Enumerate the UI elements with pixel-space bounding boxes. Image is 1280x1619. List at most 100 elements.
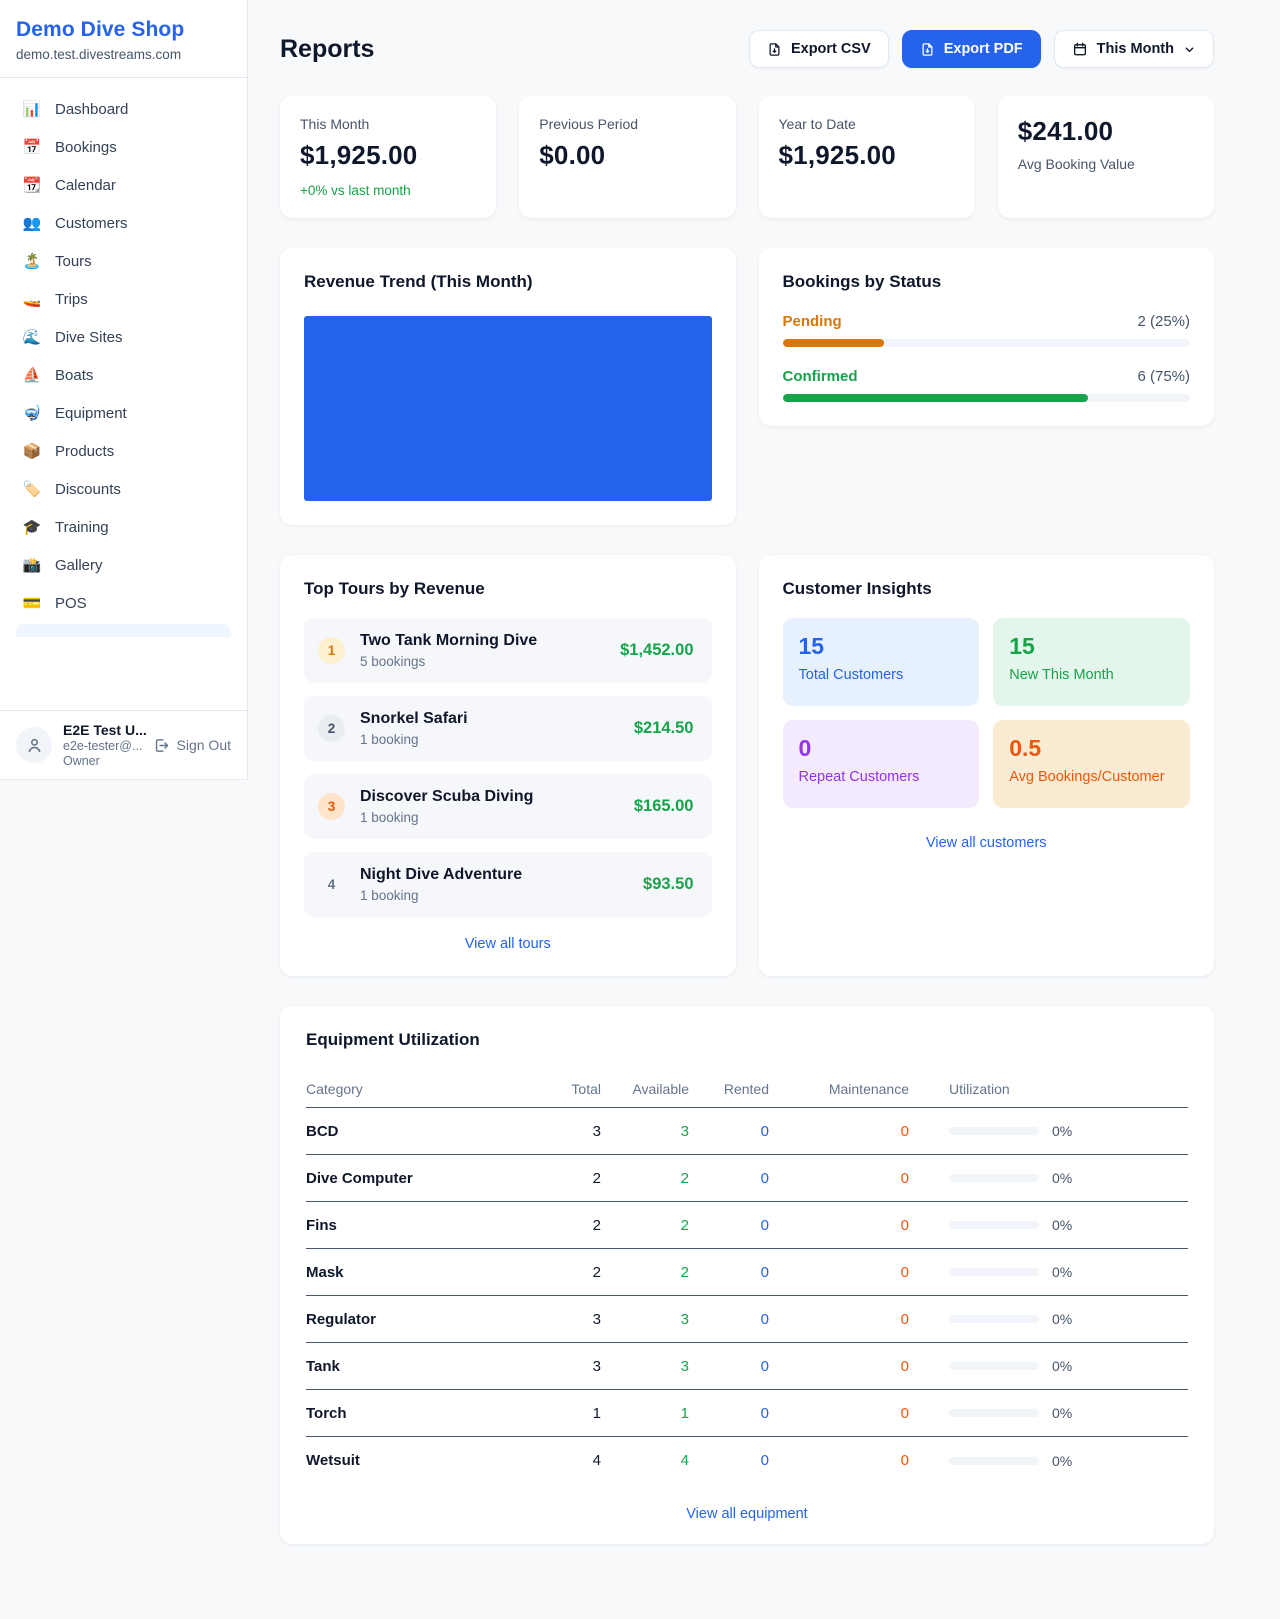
file-download-icon: [920, 42, 935, 57]
table-row: Wetsuit 4 4 0 0 0%: [306, 1437, 1188, 1484]
calendar-icon: 📅: [22, 138, 42, 156]
sidebar-item-calendar[interactable]: 📆 Calendar: [8, 166, 239, 204]
equip-rented: 0: [689, 1123, 769, 1140]
sidebar-item-reports-partial[interactable]: [16, 624, 231, 637]
insight-label: Repeat Customers: [799, 769, 964, 785]
lists-row: Top Tours by Revenue 1 Two Tank Morning …: [280, 555, 1214, 976]
user-icon: [25, 736, 44, 755]
equip-available: 2: [601, 1217, 689, 1234]
sidebar-item-label: Gallery: [55, 557, 103, 574]
sidebar-item-pos[interactable]: 💳 POS: [8, 584, 239, 622]
export-csv-button[interactable]: Export CSV: [749, 30, 889, 68]
table-row: Tank 3 3 0 0 0%: [306, 1343, 1188, 1390]
table-row: Regulator 3 3 0 0 0%: [306, 1296, 1188, 1343]
tour-list-item[interactable]: 1 Two Tank Morning Dive 5 bookings $1,45…: [304, 618, 712, 683]
insight-value: 0: [799, 735, 964, 762]
insight-value: 15: [799, 633, 964, 660]
equip-total: 2: [539, 1170, 601, 1187]
package-icon: 📦: [22, 442, 42, 460]
utilization-bar: [949, 1221, 1039, 1229]
tour-name: Night Dive Adventure: [360, 866, 522, 883]
equip-available: 2: [601, 1170, 689, 1187]
bookings-by-status-card: Bookings by Status Pending 2 (25%) Confi…: [759, 248, 1215, 426]
sidebar-item-equipment[interactable]: 🤿 Equipment: [8, 394, 239, 432]
sign-out-button[interactable]: Sign Out: [153, 737, 231, 754]
sidebar-item-discounts[interactable]: 🏷️ Discounts: [8, 470, 239, 508]
export-pdf-button[interactable]: Export PDF: [902, 30, 1041, 68]
status-label: Pending: [783, 313, 842, 330]
sidebar-item-label: Training: [55, 519, 109, 536]
equip-rented: 0: [689, 1358, 769, 1375]
sidebar-item-customers[interactable]: 👥 Customers: [8, 204, 239, 242]
people-icon: 👥: [22, 214, 42, 232]
equipment-utilization-card: Equipment Utilization Category Total Ava…: [280, 1006, 1214, 1544]
utilization-pct: 0%: [1052, 1123, 1072, 1139]
sidebar-item-products[interactable]: 📦 Products: [8, 432, 239, 470]
utilization-pct: 0%: [1052, 1453, 1072, 1469]
utilization-pct: 0%: [1052, 1405, 1072, 1421]
revenue-trend-chart: [304, 316, 712, 501]
stat-value: $1,925.00: [300, 140, 476, 171]
status-bar-track: [783, 394, 1191, 402]
sidebar-item-bookings[interactable]: 📅 Bookings: [8, 128, 239, 166]
insight-tile-repeat-customers: 0 Repeat Customers: [783, 720, 980, 808]
col-category: Category: [306, 1081, 539, 1097]
equip-category: BCD: [306, 1123, 539, 1140]
sidebar-item-boats[interactable]: ⛵ Boats: [8, 356, 239, 394]
stat-label: Year to Date: [779, 116, 955, 132]
sidebar-item-training[interactable]: 🎓 Training: [8, 508, 239, 546]
equip-total: 3: [539, 1358, 601, 1375]
sidebar-item-trips[interactable]: 🚤 Trips: [8, 280, 239, 318]
avatar: [16, 727, 52, 763]
utilization-bar: [949, 1362, 1039, 1370]
sidebar-item-gallery[interactable]: 📸 Gallery: [8, 546, 239, 584]
page: Demo Dive Shop demo.test.divestreams.com…: [0, 0, 1280, 1619]
brand-domain: demo.test.divestreams.com: [16, 47, 231, 62]
insight-value: 15: [1009, 633, 1174, 660]
sidebar-item-label: Boats: [55, 367, 93, 384]
island-icon: 🏝️: [22, 252, 42, 270]
sidebar-nav: 📊 Dashboard 📅 Bookings 📆 Calendar 👥 Cust…: [0, 78, 247, 710]
tour-name: Two Tank Morning Dive: [360, 632, 537, 649]
sidebar-user-footer: E2E Test U... e2e-tester@... Owner Sign …: [0, 710, 247, 779]
utilization-pct: 0%: [1052, 1264, 1072, 1280]
export-csv-label: Export CSV: [791, 41, 871, 57]
sidebar-item-dive-sites[interactable]: 🌊 Dive Sites: [8, 318, 239, 356]
tour-list-item[interactable]: 3 Discover Scuba Diving 1 booking $165.0…: [304, 774, 712, 839]
main-header: Reports Export CSV Export PDF: [280, 30, 1214, 68]
status-count: 2 (25%): [1137, 313, 1190, 330]
view-all-equipment-link[interactable]: View all equipment: [306, 1506, 1188, 1522]
header-actions: Export CSV Export PDF This Month: [749, 30, 1214, 68]
equip-category: Tank: [306, 1358, 539, 1375]
sidebar-item-label: Calendar: [55, 177, 116, 194]
view-all-tours-link[interactable]: View all tours: [304, 918, 712, 952]
equip-total: 1: [539, 1405, 601, 1422]
insight-label: New This Month: [1009, 667, 1174, 683]
user-email: e2e-tester@...: [63, 739, 142, 753]
status-row-pending: Pending 2 (25%): [783, 313, 1191, 347]
equip-rented: 0: [689, 1217, 769, 1234]
period-dropdown[interactable]: This Month: [1054, 30, 1214, 68]
sidebar-item-label: Discounts: [55, 481, 121, 498]
col-utilization: Utilization: [909, 1081, 1188, 1097]
customer-insights-card: Customer Insights 15 Total Customers 15 …: [759, 555, 1215, 976]
top-tours-title: Top Tours by Revenue: [304, 579, 712, 599]
equip-available: 4: [601, 1452, 689, 1469]
equip-category: Mask: [306, 1264, 539, 1281]
stat-value: $241.00: [1018, 116, 1194, 147]
tour-bookings: 1 booking: [360, 732, 619, 747]
logout-icon: [153, 737, 170, 754]
view-all-customers-link[interactable]: View all customers: [783, 835, 1191, 851]
sidebar-item-tours[interactable]: 🏝️ Tours: [8, 242, 239, 280]
col-available: Available: [601, 1081, 689, 1097]
tour-name: Discover Scuba Diving: [360, 788, 533, 805]
equip-total: 2: [539, 1217, 601, 1234]
sidebar-item-dashboard[interactable]: 📊 Dashboard: [8, 90, 239, 128]
tour-list-item[interactable]: 4 Night Dive Adventure 1 booking $93.50: [304, 852, 712, 917]
tour-list-item[interactable]: 2 Snorkel Safari 1 booking $214.50: [304, 696, 712, 761]
table-row: BCD 3 3 0 0 0%: [306, 1108, 1188, 1155]
tour-revenue: $214.50: [634, 719, 694, 738]
equip-available: 3: [601, 1123, 689, 1140]
charts-row: Revenue Trend (This Month) Bookings by S…: [280, 248, 1214, 525]
utilization-bar: [949, 1127, 1039, 1135]
